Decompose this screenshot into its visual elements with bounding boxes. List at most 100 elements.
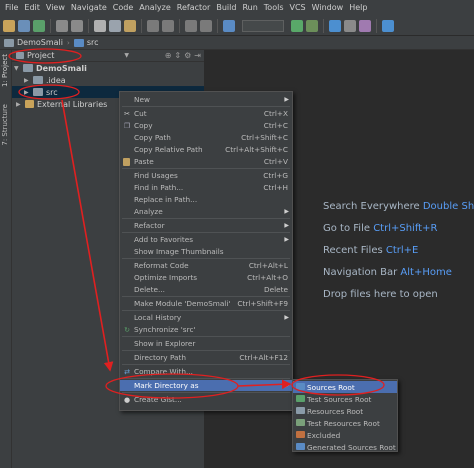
menu-navigate[interactable]: Navigate bbox=[68, 0, 110, 16]
menu-item-show-in-explorer[interactable]: Show in Explorer bbox=[120, 338, 292, 349]
cut-icon[interactable] bbox=[94, 19, 106, 32]
menu-item-local-history[interactable]: Local History ▶ bbox=[120, 312, 292, 323]
sync-tree-icon[interactable]: ⊕ bbox=[165, 51, 172, 60]
collapse-arrow-icon[interactable]: ▶ bbox=[24, 77, 30, 84]
settings-icon[interactable] bbox=[344, 19, 356, 32]
menu-item-add-to-favorites[interactable]: Add to Favorites ▶ bbox=[120, 234, 292, 245]
menu-view[interactable]: View bbox=[43, 0, 68, 16]
collapse-arrow-icon[interactable]: ▶ bbox=[24, 89, 30, 96]
submenu-arrow-icon: ▶ bbox=[284, 236, 289, 243]
chevron-down-icon[interactable]: ▼ bbox=[124, 52, 129, 59]
tree-src-label: src bbox=[46, 87, 58, 97]
menu-tools[interactable]: Tools bbox=[261, 0, 287, 16]
menu-item-shortcut: Ctrl+Shift+F9 bbox=[237, 299, 288, 308]
menu-analyze[interactable]: Analyze bbox=[136, 0, 174, 16]
run-icon[interactable] bbox=[291, 19, 303, 32]
menu-vcs[interactable]: VCS bbox=[287, 0, 309, 16]
menu-build[interactable]: Build bbox=[213, 0, 239, 16]
menu-item-create-gist[interactable]: ● Create Gist... bbox=[120, 394, 292, 405]
breadcrumb-project[interactable]: DemoSmali bbox=[4, 38, 63, 47]
menu-refactor[interactable]: Refactor bbox=[174, 0, 214, 16]
expand-arrow-icon[interactable]: ▼ bbox=[14, 65, 20, 72]
forward-icon[interactable] bbox=[200, 19, 212, 32]
menu-item-refactor[interactable]: Refactor ▶ bbox=[120, 220, 292, 231]
gear-icon[interactable]: ⚙ bbox=[184, 51, 191, 60]
hint-label: Search Everywhere bbox=[323, 201, 420, 212]
submenu-item-generated-sources-root[interactable]: Generated Sources Root bbox=[293, 441, 397, 453]
menu-divider bbox=[122, 232, 290, 233]
menu-run[interactable]: Run bbox=[239, 0, 260, 16]
menu-item-paste[interactable]: Paste Ctrl+V bbox=[120, 156, 292, 167]
open-folder-icon[interactable] bbox=[3, 19, 15, 32]
menu-item-new[interactable]: New ▶ bbox=[120, 94, 292, 105]
menu-item-copy-relative-path[interactable]: Copy Relative Path Ctrl+Alt+Shift+C bbox=[120, 144, 292, 155]
collapse-all-icon[interactable]: ⇕ bbox=[174, 51, 181, 60]
run-config-select[interactable] bbox=[242, 19, 284, 32]
menu-item-find-in-path[interactable]: Find in Path... Ctrl+H bbox=[120, 182, 292, 193]
menu-item-replace-in-path[interactable]: Replace in Path... bbox=[120, 194, 292, 205]
menu-item-make-module[interactable]: Make Module 'DemoSmali' Ctrl+Shift+F9 bbox=[120, 298, 292, 309]
replace-icon[interactable] bbox=[162, 19, 174, 32]
undo-icon[interactable] bbox=[56, 19, 68, 32]
resources-folder-icon bbox=[296, 407, 305, 414]
menu-item-shortcut: Ctrl+Alt+L bbox=[248, 261, 288, 270]
menu-item-reformat-code[interactable]: Reformat Code Ctrl+Alt+L bbox=[120, 260, 292, 271]
submenu-item-label: Resources Root bbox=[307, 406, 364, 416]
sync-icon[interactable] bbox=[33, 19, 45, 32]
hint-label: Recent Files bbox=[323, 245, 383, 256]
hint-drop-files: Drop files here to open bbox=[323, 289, 438, 300]
save-icon[interactable] bbox=[18, 19, 30, 32]
menu-window[interactable]: Window bbox=[309, 0, 347, 16]
hint-label: Drop files here to open bbox=[323, 289, 438, 300]
project-view-icon bbox=[16, 52, 24, 59]
source-folder-icon bbox=[296, 383, 305, 390]
menu-edit[interactable]: Edit bbox=[21, 0, 43, 16]
submenu-item-test-resources-root[interactable]: Test Resources Root bbox=[293, 417, 397, 429]
menu-item-label: Synchronize 'src' bbox=[134, 325, 196, 334]
menu-item-analyze[interactable]: Analyze ▶ bbox=[120, 206, 292, 217]
menu-file[interactable]: File bbox=[2, 0, 21, 16]
breadcrumb-src[interactable]: src bbox=[73, 38, 99, 47]
menu-code[interactable]: Code bbox=[110, 0, 136, 16]
project-view-select[interactable]: Project bbox=[27, 51, 54, 60]
tree-idea-row[interactable]: ▶ .idea bbox=[12, 74, 204, 86]
tree-idea-label: .idea bbox=[46, 75, 66, 85]
submenu-item-label: Excluded bbox=[307, 430, 341, 440]
menu-item-mark-directory-as[interactable]: Mark Directory as ▶ bbox=[120, 380, 292, 391]
submenu-item-resources-root[interactable]: Resources Root bbox=[293, 405, 397, 417]
structure-tool-tab[interactable]: 7: Structure bbox=[1, 104, 9, 146]
menu-item-delete[interactable]: Delete... Delete bbox=[120, 284, 292, 295]
menu-item-find-usages[interactable]: Find Usages Ctrl+G bbox=[120, 170, 292, 181]
tree-root-row[interactable]: ▼ DemoSmali bbox=[12, 62, 204, 74]
sdk-manager-icon[interactable] bbox=[329, 19, 341, 32]
help-icon[interactable] bbox=[382, 19, 394, 32]
debug-icon[interactable] bbox=[306, 19, 318, 32]
collapse-arrow-icon[interactable]: ▶ bbox=[16, 101, 22, 108]
paste-icon[interactable] bbox=[124, 19, 136, 32]
hide-pane-icon[interactable]: ⇥ bbox=[194, 51, 201, 60]
submenu-item-sources-root[interactable]: Sources Root bbox=[293, 381, 397, 393]
menu-item-directory-path[interactable]: Directory Path Ctrl+Alt+F12 bbox=[120, 352, 292, 363]
scissors-icon: ✂ bbox=[124, 109, 130, 118]
build-icon[interactable] bbox=[223, 19, 235, 32]
toolbar-divider bbox=[217, 18, 218, 33]
menu-item-optimize-imports[interactable]: Optimize Imports Ctrl+Alt+O bbox=[120, 272, 292, 283]
copy-icon[interactable] bbox=[109, 19, 121, 32]
menu-item-copy[interactable]: ❐ Copy Ctrl+C bbox=[120, 120, 292, 131]
back-icon[interactable] bbox=[185, 19, 197, 32]
project-tool-tab[interactable]: 1: Project bbox=[1, 54, 9, 87]
menu-divider bbox=[122, 310, 290, 311]
menu-item-label: Delete... bbox=[134, 285, 165, 294]
menu-item-compare-with[interactable]: ⇄ Compare With... bbox=[120, 366, 292, 377]
project-pane-header: Project ▼ ⊕ ⇕ ⚙ ⇥ bbox=[12, 50, 204, 62]
structure-icon[interactable] bbox=[359, 19, 371, 32]
menu-item-synchronize[interactable]: ↻ Synchronize 'src' bbox=[120, 324, 292, 335]
menu-item-show-image-thumbnails[interactable]: Show Image Thumbnails bbox=[120, 246, 292, 257]
menu-item-copy-path[interactable]: Copy Path Ctrl+Shift+C bbox=[120, 132, 292, 143]
menu-item-cut[interactable]: ✂ Cut Ctrl+X bbox=[120, 108, 292, 119]
redo-icon[interactable] bbox=[71, 19, 83, 32]
submenu-item-test-sources-root[interactable]: Test Sources Root bbox=[293, 393, 397, 405]
find-icon[interactable] bbox=[147, 19, 159, 32]
submenu-item-excluded[interactable]: Excluded bbox=[293, 429, 397, 441]
menu-help[interactable]: Help bbox=[346, 0, 370, 16]
